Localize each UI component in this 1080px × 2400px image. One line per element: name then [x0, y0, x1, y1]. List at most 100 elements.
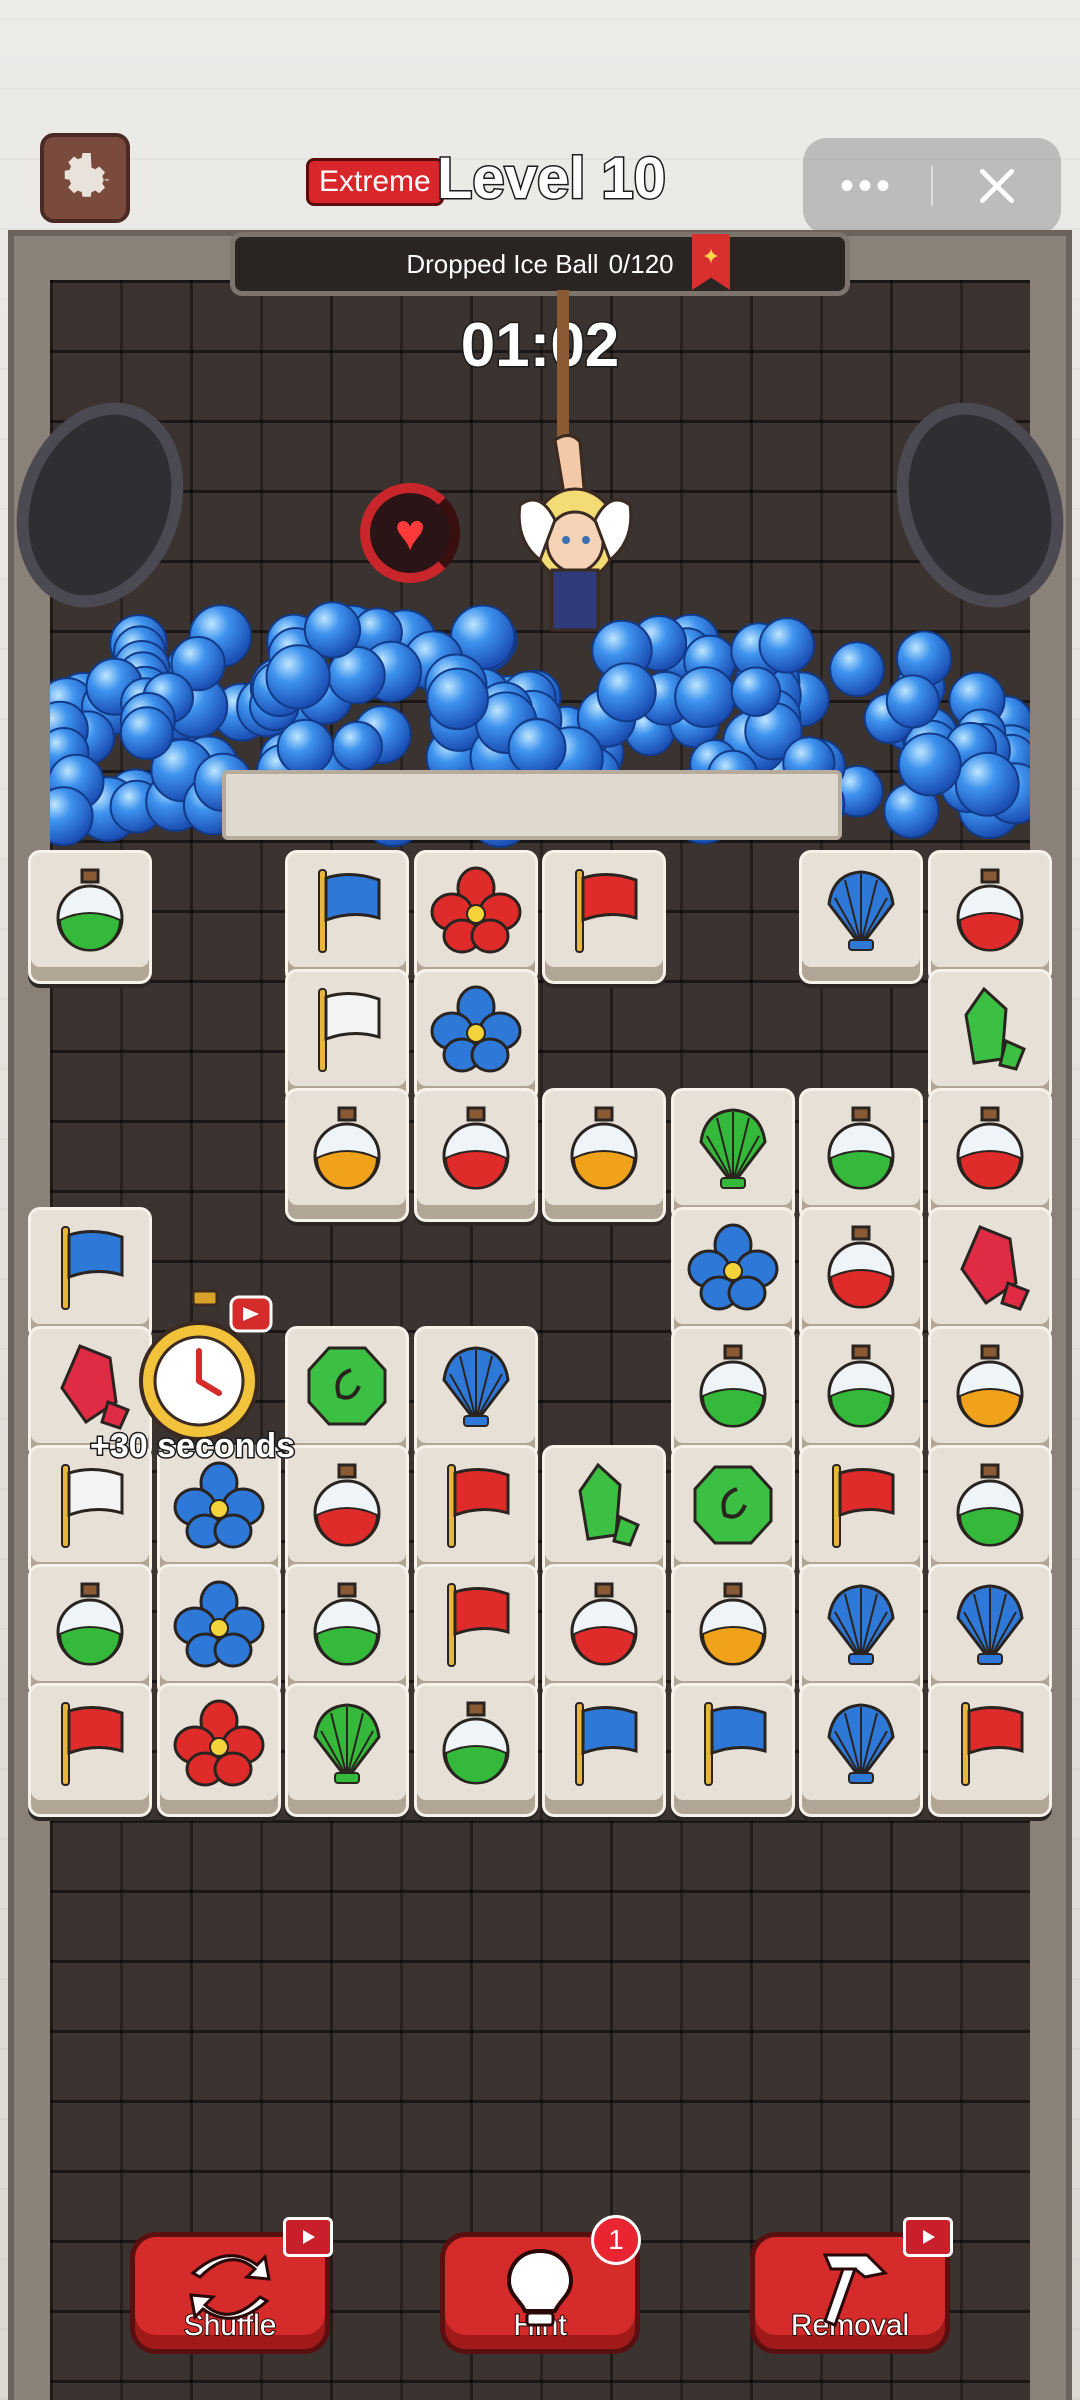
tile-potion-green[interactable] [927, 1445, 1052, 1579]
tile-flag-blue[interactable] [285, 850, 409, 984]
tile-potion-yellow[interactable] [542, 1088, 666, 1222]
video-ad-icon [903, 2217, 953, 2257]
tile-flower-blue[interactable] [670, 1207, 795, 1341]
tile-gem-green[interactable] [927, 969, 1052, 1103]
hint-button[interactable]: Hint 1 [440, 2215, 641, 2354]
flower-blue-icon [687, 1223, 778, 1311]
mini-program-capsule: ••• [803, 138, 1061, 234]
tile-emerald-green[interactable] [670, 1445, 795, 1579]
tile-potion-green[interactable] [799, 1326, 923, 1460]
tile-flag-blue[interactable] [542, 1683, 666, 1817]
countdown-timer: 01:02 [459, 310, 621, 382]
shuffle-icon [189, 2253, 271, 2321]
level-title: Level 10 [436, 145, 668, 213]
tile-flower-red[interactable] [413, 850, 538, 984]
potion-green-icon [442, 1701, 509, 1785]
flower-red-icon [430, 866, 521, 954]
video-ad-icon [283, 2217, 333, 2257]
potion-red-icon [442, 1106, 509, 1190]
tile-potion-green[interactable] [670, 1326, 795, 1460]
tile-flag-red[interactable] [28, 1683, 152, 1817]
potion-yellow-icon [313, 1106, 381, 1190]
shuffle-button[interactable]: Shuffle [130, 2217, 333, 2354]
tile-gem-green[interactable] [542, 1445, 666, 1579]
flag-blue-icon [61, 1226, 124, 1310]
tile-flag-red[interactable] [799, 1445, 923, 1579]
tile-flower-red[interactable] [156, 1683, 281, 1817]
flag-red-icon [446, 1583, 509, 1667]
flag-blue-icon [318, 869, 381, 953]
flag-white-icon [61, 1464, 124, 1548]
tile-emerald-green[interactable] [285, 1326, 409, 1460]
tile-potion-green[interactable] [413, 1683, 538, 1817]
flag-blue-icon [703, 1702, 766, 1786]
tile-flag-white[interactable] [285, 969, 409, 1103]
shell-green-icon [313, 1703, 381, 1784]
settings-button[interactable] [40, 133, 130, 223]
tile-flag-blue[interactable] [28, 1207, 152, 1341]
tile-potion-red[interactable] [927, 1088, 1052, 1222]
flag-red-icon [832, 1464, 895, 1548]
tile-flag-blue[interactable] [670, 1683, 795, 1817]
tile-potion-green[interactable] [28, 850, 152, 984]
flag-blue-icon [575, 1702, 638, 1786]
tile-potion-yellow[interactable] [927, 1326, 1052, 1460]
tile-potion-green[interactable] [799, 1088, 923, 1222]
potion-yellow-icon [699, 1582, 766, 1666]
tile-potion-red[interactable] [285, 1445, 409, 1579]
tile-potion-red[interactable] [542, 1564, 666, 1698]
lightbulb-icon [506, 2248, 574, 2327]
flag-red-icon [960, 1702, 1023, 1786]
close-icon [979, 168, 1015, 204]
tile-flag-red[interactable] [413, 1445, 538, 1579]
potion-green-icon [56, 868, 124, 952]
more-button[interactable]: ••• [803, 138, 931, 234]
tile-potion-yellow[interactable] [285, 1088, 409, 1222]
difficulty-badge: Extreme [306, 158, 444, 206]
gear-icon [64, 153, 109, 197]
tile-potion-yellow[interactable] [670, 1564, 795, 1698]
potion-red-icon [827, 1225, 895, 1309]
goal-progress-text: 0/120 [608, 248, 674, 279]
flower-red-icon [173, 1699, 264, 1787]
tile-flag-red[interactable] [927, 1683, 1052, 1817]
tile-shell-blue[interactable] [927, 1564, 1052, 1698]
removal-button[interactable]: Removal [750, 2217, 953, 2354]
potion-red-icon [956, 868, 1023, 952]
tile-flower-blue[interactable] [413, 969, 538, 1103]
goal-label: Dropped Ice Ball [406, 248, 599, 279]
shell-blue-icon [827, 870, 895, 951]
tile-flag-red[interactable] [542, 850, 666, 984]
tile-shell-green[interactable] [670, 1088, 795, 1222]
shell-blue-icon [441, 1346, 510, 1427]
tile-potion-green[interactable] [285, 1564, 409, 1698]
tile-shell-blue[interactable] [799, 1683, 923, 1817]
tile-shell-blue[interactable] [413, 1326, 538, 1460]
potion-red-icon [313, 1463, 381, 1547]
tile-potion-red[interactable] [799, 1207, 923, 1341]
tile-potion-green[interactable] [28, 1564, 152, 1698]
flag-white-icon [318, 988, 381, 1072]
tile-shell-green[interactable] [285, 1683, 409, 1817]
tile-shell-blue[interactable] [799, 850, 923, 984]
stopwatch-icon[interactable] [135, 1285, 275, 1445]
close-button[interactable] [933, 138, 1061, 234]
flag-red-icon [446, 1464, 509, 1548]
tile-potion-red[interactable] [413, 1088, 538, 1222]
tile-gem-red[interactable] [927, 1207, 1052, 1341]
shell-green-icon [698, 1108, 767, 1189]
emerald-green-icon [693, 1465, 772, 1545]
hint-count-badge: 1 [591, 2215, 641, 2265]
flower-blue-icon [173, 1461, 264, 1549]
tile-potion-red[interactable] [927, 850, 1052, 984]
tile-flower-blue[interactable] [156, 1564, 281, 1698]
tile-shell-blue[interactable] [799, 1564, 923, 1698]
flower-blue-icon [430, 985, 521, 1073]
potion-green-icon [956, 1463, 1023, 1547]
bonus-time-label: +30 seconds [88, 1426, 296, 1467]
tile-flag-red[interactable] [413, 1564, 538, 1698]
potion-yellow-icon [570, 1106, 638, 1190]
shell-blue-icon [827, 1584, 895, 1665]
flag-red-icon [575, 869, 638, 953]
shell-blue-icon [955, 1584, 1024, 1665]
